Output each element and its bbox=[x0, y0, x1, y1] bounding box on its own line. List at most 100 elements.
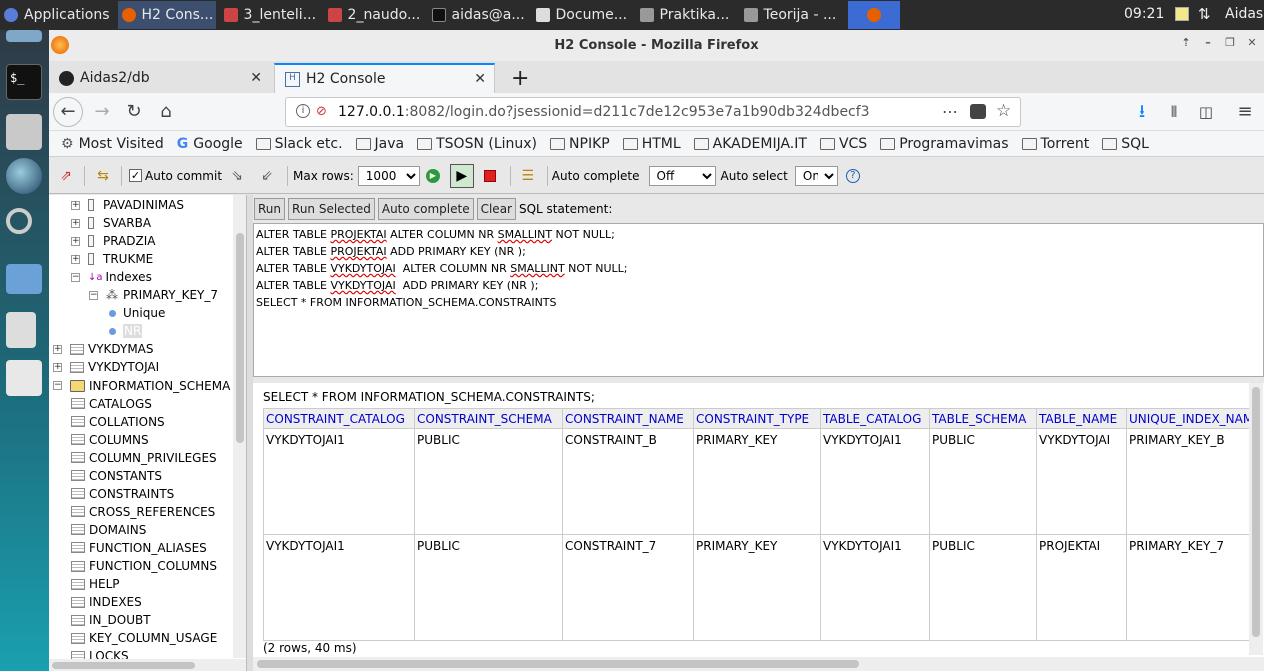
result-hscroll-thumb[interactable] bbox=[257, 660, 859, 668]
tree-index-prop[interactable]: Unique bbox=[109, 304, 165, 322]
run-selected-button[interactable]: Run Selected bbox=[288, 198, 375, 220]
bookmark-star-icon[interactable]: ☆ bbox=[996, 101, 1011, 121]
tree-schema-table-item[interactable]: DOMAINS bbox=[71, 521, 146, 539]
back-icon[interactable]: ← bbox=[53, 97, 83, 127]
forward-icon[interactable]: → bbox=[89, 100, 115, 124]
task-praktika[interactable]: Praktika... bbox=[636, 1, 736, 29]
terminal-icon[interactable]: $_ bbox=[6, 64, 42, 100]
tree-column-item[interactable]: + TRUKME bbox=[71, 250, 153, 268]
tree-schema-table-item[interactable]: KEY_COLUMN_USAGE bbox=[71, 629, 217, 647]
run-selected-icon[interactable]: ▶ bbox=[449, 163, 474, 188]
search-icon[interactable] bbox=[6, 208, 32, 234]
user-name[interactable]: Aidas bbox=[1225, 6, 1263, 22]
folder-icon[interactable] bbox=[6, 264, 42, 294]
auto-select-select[interactable]: On bbox=[794, 165, 838, 186]
rollback-icon[interactable]: ⇙ bbox=[258, 167, 276, 185]
tree-table-item[interactable]: + VYKDYMAS bbox=[53, 340, 154, 358]
bookmark-folder-sql[interactable]: SQL bbox=[1102, 136, 1149, 152]
tree-schema-table-item[interactable]: CONSTANTS bbox=[71, 467, 162, 485]
insecure-lock-icon[interactable]: ⊘ bbox=[316, 104, 327, 119]
expand-toggle-icon[interactable]: + bbox=[71, 200, 80, 210]
notes-icon[interactable] bbox=[1175, 7, 1189, 21]
column-header[interactable]: CONSTRAINT_SCHEMA bbox=[414, 408, 563, 429]
menu-icon[interactable]: ≡ bbox=[1232, 100, 1258, 124]
bookmark-folder-tsosn[interactable]: TSOSN (Linux) bbox=[417, 136, 537, 152]
run-button[interactable]: Run bbox=[254, 198, 286, 220]
expand-toggle-icon[interactable]: − bbox=[89, 290, 98, 300]
refresh-icon[interactable]: ⇆ bbox=[94, 167, 112, 185]
tree-schema-table-item[interactable]: CROSS_REFERENCES bbox=[71, 503, 215, 521]
pane-divider[interactable] bbox=[246, 195, 253, 671]
tab-aidas2-db[interactable]: Aidas2/db ✕ bbox=[49, 63, 270, 93]
tree-schema-table-item[interactable]: CATALOGS bbox=[71, 395, 152, 413]
run-icon[interactable]: ▶ bbox=[425, 168, 440, 183]
column-header[interactable]: CONSTRAINT_TYPE bbox=[693, 408, 821, 429]
bookmark-folder-html[interactable]: HTML bbox=[622, 136, 681, 152]
downloads-icon[interactable]: ⭳ bbox=[1129, 100, 1155, 124]
tree-schema-table-item[interactable]: CONSTRAINTS bbox=[71, 485, 174, 503]
tree-schema-table-item[interactable]: COLLATIONS bbox=[71, 413, 165, 431]
task-3-lenteli[interactable]: 3_lenteli... bbox=[220, 1, 320, 29]
url-bar[interactable]: i ⊘ 127.0.0.1:8082/login.do?jsessionid=d… bbox=[285, 97, 1021, 127]
tree-schema-table-item[interactable]: FUNCTION_COLUMNS bbox=[71, 557, 217, 575]
tree-column-item[interactable]: + PRADZIA bbox=[71, 232, 156, 250]
stop-icon[interactable] bbox=[483, 169, 496, 182]
close-tab-icon[interactable]: ✕ bbox=[250, 70, 262, 86]
bookmark-folder-npikp[interactable]: NPIKP bbox=[550, 136, 610, 152]
column-header[interactable]: TABLE_CATALOG bbox=[820, 408, 930, 429]
tree-schema-table-item[interactable]: FUNCTION_ALIASES bbox=[71, 539, 207, 557]
tree-horizontal-scrollbar[interactable] bbox=[49, 659, 246, 671]
bookmark-folder-java[interactable]: Java bbox=[355, 136, 404, 152]
tree-schema-table-item[interactable]: INDEXES bbox=[71, 593, 142, 611]
tree-schema-table-item[interactable]: HELP bbox=[71, 575, 120, 593]
task-documents[interactable]: Docume... bbox=[532, 1, 632, 29]
tree-index-column[interactable]: NR bbox=[109, 322, 143, 340]
tab-h2-console[interactable]: H H2 Console ✕ bbox=[274, 63, 495, 93]
tree-schema-table-item[interactable]: IN_DOUBT bbox=[71, 611, 151, 629]
auto-complete-button[interactable]: Auto complete bbox=[377, 198, 474, 220]
expand-toggle-icon[interactable]: − bbox=[53, 381, 62, 390]
expand-toggle-icon[interactable]: + bbox=[71, 254, 80, 264]
auto-commit-checkbox[interactable]: ✓ bbox=[129, 169, 142, 182]
expand-toggle-icon[interactable]: + bbox=[71, 218, 80, 228]
expand-toggle-icon[interactable]: + bbox=[71, 236, 80, 246]
usb-drive-icon[interactable] bbox=[6, 312, 36, 348]
result-horizontal-scrollbar[interactable] bbox=[253, 657, 1264, 671]
tree-schema-table-item[interactable]: COLUMNS bbox=[71, 431, 149, 449]
expand-toggle-icon[interactable]: + bbox=[53, 362, 62, 372]
minimize-icon[interactable]: – bbox=[1199, 36, 1217, 52]
tree-column-item[interactable]: + SVARBA bbox=[71, 214, 151, 232]
tree-index-item[interactable]: − ⁂ PRIMARY_KEY_7 bbox=[89, 286, 218, 304]
column-header[interactable]: TABLE_SCHEMA bbox=[929, 408, 1037, 429]
expand-toggle-icon[interactable]: + bbox=[53, 344, 62, 354]
web-browser-icon[interactable] bbox=[6, 158, 42, 194]
reload-icon[interactable]: ↻ bbox=[121, 100, 147, 124]
tree-scroll-thumb[interactable] bbox=[236, 233, 244, 443]
column-header[interactable]: CONSTRAINT_NAME bbox=[562, 408, 694, 429]
result-vertical-scrollbar[interactable] bbox=[1249, 383, 1263, 655]
close-icon[interactable]: ✕ bbox=[1243, 36, 1261, 52]
tree-indexes-node[interactable]: − ↓a Indexes bbox=[71, 268, 152, 286]
commit-icon[interactable]: ⇘ bbox=[228, 167, 246, 185]
bookmark-folder-torrent[interactable]: Torrent bbox=[1021, 136, 1089, 152]
network-icon[interactable]: ⇅ bbox=[1198, 5, 1211, 23]
sql-editor[interactable]: ALTER TABLE PROJEKTAI ALTER COLUMN NR SM… bbox=[253, 223, 1264, 377]
expand-toggle-icon[interactable]: − bbox=[71, 272, 80, 282]
disconnect-icon[interactable]: ⇗ bbox=[57, 167, 75, 185]
task-teorija[interactable]: Teorija - ... bbox=[740, 1, 844, 29]
history-icon[interactable]: ☰ bbox=[519, 167, 537, 185]
applications-menu[interactable]: Applications bbox=[0, 1, 114, 29]
task-2-naudo[interactable]: 2_naudo... bbox=[324, 1, 424, 29]
column-header[interactable]: UNIQUE_INDEX_NAM bbox=[1126, 408, 1257, 429]
tree-column-item[interactable]: + PAVADINIMAS bbox=[71, 196, 184, 214]
tree-hscroll-thumb[interactable] bbox=[52, 662, 195, 669]
result-scroll-thumb[interactable] bbox=[1252, 387, 1260, 637]
pocket-icon[interactable] bbox=[970, 104, 986, 119]
window-up-icon[interactable]: ⇡ bbox=[1177, 36, 1195, 52]
library-icon[interactable]: ⫴ bbox=[1161, 100, 1187, 124]
tree-table-item[interactable]: + VYKDYTOJAI bbox=[53, 358, 159, 376]
column-header[interactable]: TABLE_NAME bbox=[1036, 408, 1127, 429]
home-folder-icon[interactable] bbox=[6, 114, 42, 150]
new-tab-button[interactable]: + bbox=[501, 63, 539, 93]
bookmark-folder-vcs[interactable]: VCS bbox=[819, 136, 867, 152]
